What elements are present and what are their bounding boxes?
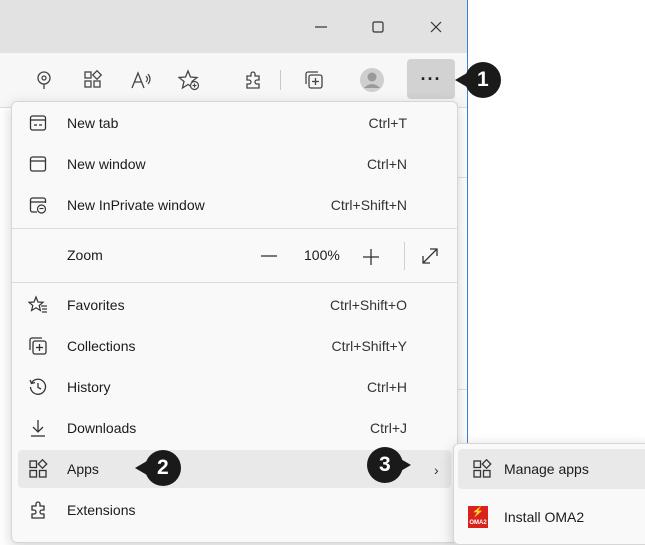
plus-icon xyxy=(363,249,379,265)
zoom-out-button[interactable] xyxy=(260,249,278,266)
menu-item-collections[interactable]: Collections Ctrl+Shift+Y xyxy=(12,327,457,365)
browser-toolbar xyxy=(0,53,467,108)
menu-item-shortcut: Ctrl+H xyxy=(366,379,407,395)
menu-item-label: New tab xyxy=(67,115,119,131)
read-aloud-icon[interactable] xyxy=(127,66,155,94)
download-icon xyxy=(31,420,45,437)
history-icon xyxy=(29,378,47,395)
callout-1: 1 xyxy=(455,60,503,100)
menu-item-label: New InPrivate window xyxy=(67,197,205,213)
add-favorite-icon[interactable] xyxy=(175,66,203,94)
menu-divider xyxy=(12,282,457,283)
zoom-value: 100% xyxy=(304,247,340,263)
callout-3: 3 xyxy=(365,445,411,485)
collections-toolbar-icon[interactable] xyxy=(300,66,328,94)
apps-submenu: Manage apps ⚡ OMA2 Install OMA2 xyxy=(453,443,645,545)
menu-divider xyxy=(12,228,457,229)
extensions-icon xyxy=(31,501,45,519)
fullscreen-icon xyxy=(422,248,438,264)
menu-item-history[interactable]: History Ctrl+H xyxy=(12,368,457,406)
menu-item-label: Extensions xyxy=(67,502,136,518)
settings-and-more-button[interactable]: ··· xyxy=(407,59,455,99)
submenu-item-label: Manage apps xyxy=(504,461,589,477)
menu-item-zoom: Zoom 100% xyxy=(12,236,457,276)
apps-toolbar-icon[interactable] xyxy=(79,66,107,94)
menu-item-new-tab[interactable]: New tab Ctrl+T xyxy=(12,104,457,142)
toolbar-separator xyxy=(280,70,281,90)
menu-item-label: Downloads xyxy=(67,420,137,436)
minus-icon xyxy=(261,255,277,257)
callout-number: 1 xyxy=(477,68,489,91)
menu-item-label: Apps xyxy=(67,461,99,477)
new-tab-icon xyxy=(29,115,47,131)
menu-item-extensions[interactable]: Extensions xyxy=(12,491,457,529)
extensions-toolbar-icon[interactable] xyxy=(239,66,267,94)
fullscreen-button[interactable] xyxy=(420,246,440,269)
menu-item-shortcut: Ctrl+Shift+N xyxy=(330,197,407,213)
zoom-in-button[interactable] xyxy=(362,248,380,269)
collections-icon xyxy=(29,337,47,355)
maximize-icon xyxy=(372,21,384,33)
chevron-right-icon: › xyxy=(434,462,439,478)
menu-item-label: New window xyxy=(67,156,146,172)
submenu-item-manage-apps[interactable]: Manage apps xyxy=(458,449,645,489)
menu-item-shortcut: Ctrl+J xyxy=(370,420,407,436)
submenu-item-install-oma2[interactable]: ⚡ OMA2 Install OMA2 xyxy=(454,497,645,537)
apps-icon xyxy=(29,459,48,478)
menu-item-label: History xyxy=(67,379,111,395)
profile-avatar[interactable] xyxy=(358,66,386,94)
menu-item-new-inprivate-window[interactable]: New InPrivate window Ctrl+Shift+N xyxy=(12,186,457,224)
close-button[interactable] xyxy=(418,12,454,42)
submenu-item-label: Install OMA2 xyxy=(504,509,585,525)
callout-2: 2 xyxy=(135,448,185,488)
menu-item-shortcut: Ctrl+Shift+Y xyxy=(331,338,407,354)
favorites-icon xyxy=(28,295,47,313)
oma2-logo-icon: ⚡ OMA2 xyxy=(468,506,488,528)
new-window-icon xyxy=(29,156,47,172)
location-icon[interactable] xyxy=(30,66,58,94)
callout-number: 2 xyxy=(157,456,169,479)
menu-item-shortcut: Ctrl+N xyxy=(366,156,407,172)
menu-item-shortcut: Ctrl+T xyxy=(368,115,408,131)
menu-item-new-window[interactable]: New window Ctrl+N xyxy=(12,145,457,183)
inprivate-icon xyxy=(29,197,47,214)
title-bar xyxy=(0,0,467,53)
minimize-button[interactable] xyxy=(303,12,339,42)
close-icon xyxy=(430,21,442,33)
callout-number: 3 xyxy=(379,453,391,476)
zoom-separator xyxy=(404,242,405,270)
menu-item-downloads[interactable]: Downloads Ctrl+J xyxy=(12,409,457,447)
zoom-label: Zoom xyxy=(67,247,103,263)
maximize-button[interactable] xyxy=(360,12,396,42)
menu-item-label: Collections xyxy=(67,338,136,354)
more-icon: ··· xyxy=(420,68,442,89)
menu-item-shortcut: Ctrl+Shift+O xyxy=(329,297,407,313)
menu-item-favorites[interactable]: Favorites Ctrl+Shift+O xyxy=(12,286,457,324)
minimize-icon xyxy=(315,26,327,28)
menu-item-label: Favorites xyxy=(67,297,125,313)
manage-apps-icon xyxy=(473,459,492,478)
